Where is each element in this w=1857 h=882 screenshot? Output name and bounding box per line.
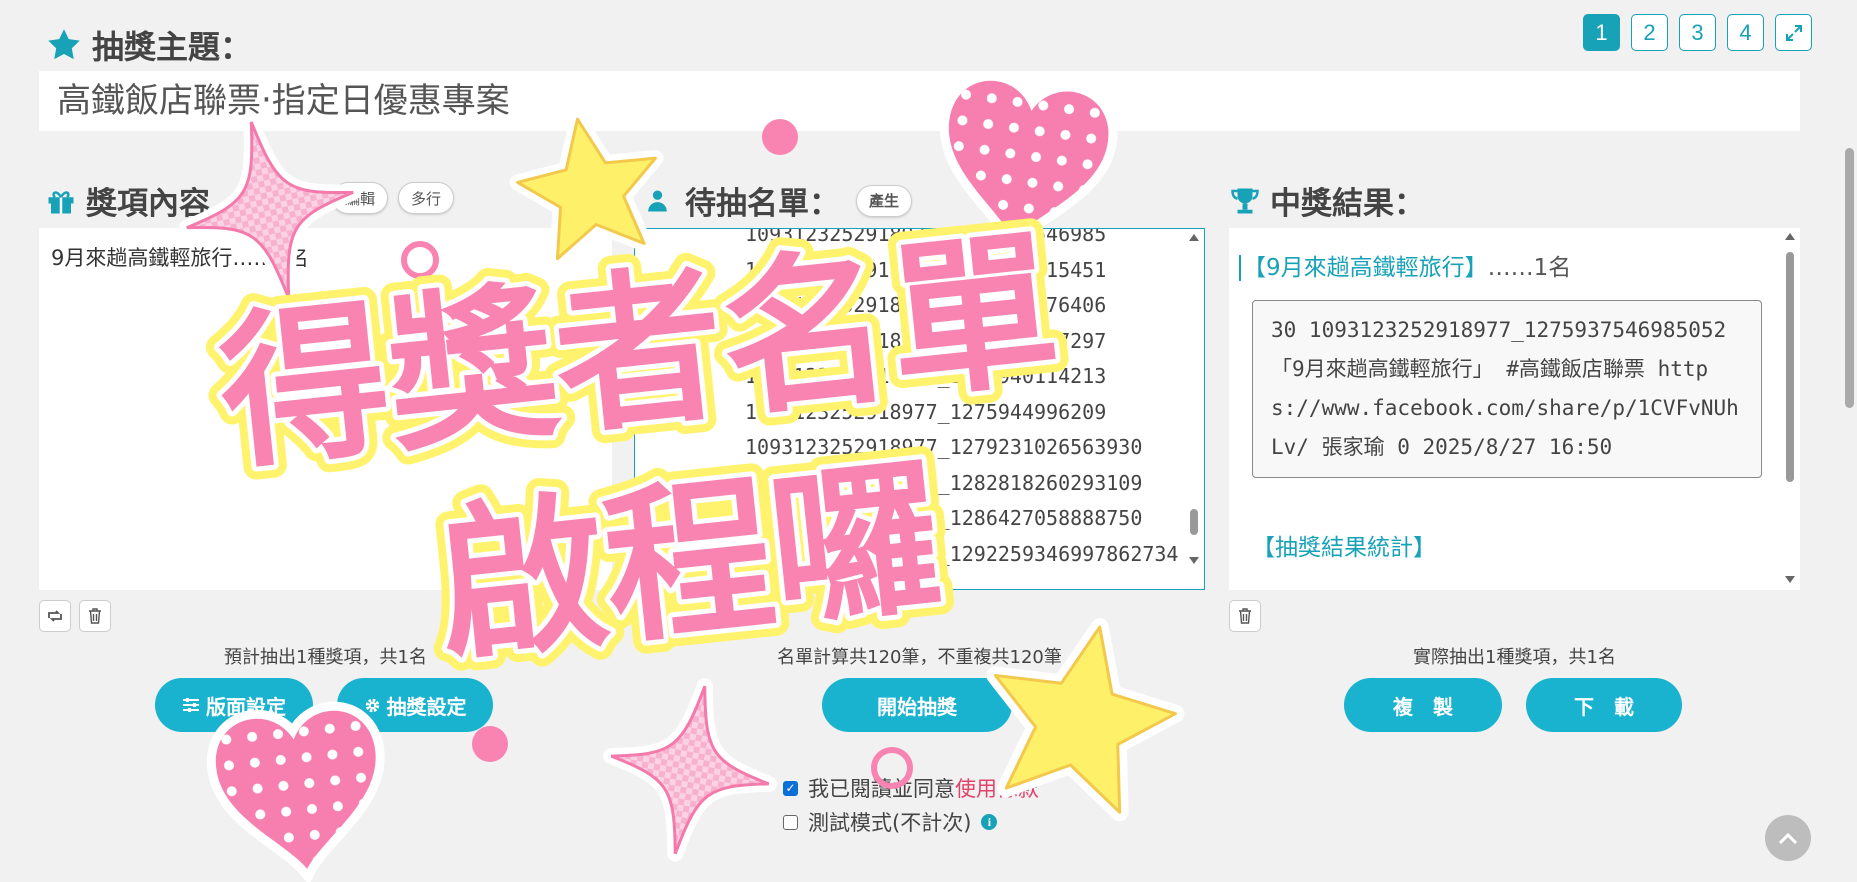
results-panel[interactable]: 【9月來趟高鐵輕旅行】……1名 30 1093123252918977_1275…	[1229, 228, 1800, 590]
winner-record: 30 1093123252918977_1275937546985052 「9月…	[1252, 300, 1762, 478]
start-draw-button[interactable]: 開始抽獎	[822, 678, 1012, 732]
info-icon[interactable]: i	[981, 814, 998, 830]
stats-heading: 【抽獎結果統計】	[1252, 535, 1436, 561]
users-icon	[648, 190, 667, 211]
page-button-4[interactable]: 4	[1727, 14, 1764, 51]
fullscreen-button[interactable]	[1775, 14, 1812, 51]
candidates-heading-label: 待抽名單：	[685, 186, 840, 222]
clear-results-button[interactable]	[1229, 600, 1261, 632]
prizes-summary: 預計抽出1種獎項，共1名	[224, 647, 427, 668]
results-summary: 實際抽出1種獎項，共1名	[1413, 647, 1616, 668]
candidates-textarea[interactable]: 1093123252918977_1275937546985 1093123252…	[634, 228, 1205, 590]
copy-button[interactable]: 複 製	[1344, 678, 1502, 732]
sparkle-sticker-bottom	[603, 678, 777, 862]
expand-icon	[1785, 24, 1802, 41]
test-mode-label: 測試模式(不計次)	[808, 811, 972, 835]
generate-chip[interactable]: 產生	[856, 184, 913, 217]
candidate-line: 1093123252918977_1282818260293109	[745, 470, 1143, 495]
retweet-icon	[48, 610, 62, 622]
prizes-heading: 獎項內容	[46, 178, 210, 223]
back-to-top-button[interactable]	[1765, 815, 1811, 861]
result-prize-name: 【9月來趟高鐵輕旅行】	[1243, 255, 1488, 281]
chevron-up-icon	[1778, 832, 1798, 845]
sliders-icon	[183, 698, 199, 712]
list-scrollbar[interactable]	[1186, 231, 1202, 571]
candidate-line: 1093123252918977_1275940114213	[745, 364, 1107, 388]
shuffle-button[interactable]	[39, 600, 71, 632]
result-prize-line: 【9月來趟高鐵輕旅行】……1名	[1229, 228, 1800, 282]
candidate-line: 1093123252918977_1286427058888750	[745, 506, 1143, 530]
download-button[interactable]: 下 載	[1526, 678, 1682, 732]
results-heading-label: 中獎結果：	[1270, 186, 1425, 222]
page-switcher: 1 2 3 4	[1583, 14, 1812, 51]
topic-heading: 抽獎主題：	[46, 22, 252, 68]
results-scrollbar[interactable]	[1782, 230, 1798, 586]
page-button-1[interactable]: 1	[1583, 14, 1620, 51]
trash-icon	[1239, 608, 1251, 624]
prizes-textarea[interactable]: 9月來趟高鐵輕旅行……1名	[39, 228, 612, 590]
multiline-chip[interactable]: 多行	[398, 182, 455, 214]
result-prize-count: ……1名	[1487, 255, 1572, 281]
page-scrollbar[interactable]	[1837, 0, 1857, 882]
copy-label: 複 製	[1393, 694, 1453, 719]
page-button-2[interactable]: 2	[1631, 14, 1668, 51]
page-button-3[interactable]: 3	[1679, 14, 1716, 51]
heart-sticker-bottom	[207, 701, 385, 882]
candidate-line: 1093123252918977_1292259346997862734	[745, 541, 1179, 566]
agree-checkbox[interactable]: ✓	[783, 780, 798, 796]
candidate-line: 1093123252918977_1279231026563930	[745, 435, 1143, 459]
dot-sticker	[472, 726, 508, 762]
download-label: 下 載	[1574, 694, 1634, 719]
candidate-line: 1093123252918977_1275937546985	[745, 228, 1107, 246]
candidate-line: 1093123252918977_1275938747297	[745, 328, 1107, 353]
candidates-summary: 名單計算共120筆，不重複共120筆	[777, 647, 1062, 668]
gift-icon	[48, 190, 74, 213]
candidate-line: 1093123252918977_1275938576406	[745, 293, 1107, 317]
terms-link[interactable]: 使用條款	[955, 773, 1039, 803]
clear-prizes-button[interactable]	[79, 600, 111, 632]
page-scroll-thumb[interactable]	[1845, 148, 1854, 408]
trash-icon	[89, 608, 101, 624]
gear-icon	[365, 698, 379, 712]
candidates-heading: 待抽名單： 產生	[647, 178, 913, 223]
layout-settings-label: 版面設定	[206, 694, 286, 719]
agree-text: 我已閱讀並同意	[808, 777, 955, 801]
candidate-line: 1093123252918977_1275944996209	[745, 399, 1107, 424]
prizes-content: 9月來趟高鐵輕旅行……1名	[51, 246, 309, 270]
draw-settings-label: 抽獎設定	[386, 694, 467, 719]
star-icon	[48, 29, 80, 60]
candidate-line: 1093123252918977_1275938015451	[745, 257, 1107, 282]
trophy-icon	[1231, 188, 1259, 213]
start-draw-label: 開始抽獎	[877, 694, 957, 719]
test-mode-checkbox[interactable]	[783, 814, 798, 830]
test-mode-row[interactable]: 測試模式(不計次) i	[783, 807, 998, 837]
topic-input[interactable]: 高鐵飯店聯票‧指定日優惠專案	[39, 71, 1800, 131]
edit-chip[interactable]: 編輯	[332, 182, 389, 214]
topic-heading-label: 抽獎主題：	[92, 28, 253, 66]
candidates-list: 1093123252918977_1275937546985 1093123252…	[635, 228, 1204, 572]
agree-row[interactable]: ✓ 我已閱讀並同意 使用條款	[783, 773, 1039, 803]
layout-settings-button[interactable]: 版面設定	[155, 678, 313, 732]
draw-settings-button[interactable]: 抽獎設定	[337, 678, 493, 732]
results-heading: 中獎結果：	[1230, 178, 1425, 223]
prizes-heading-label: 獎項內容	[86, 186, 210, 222]
